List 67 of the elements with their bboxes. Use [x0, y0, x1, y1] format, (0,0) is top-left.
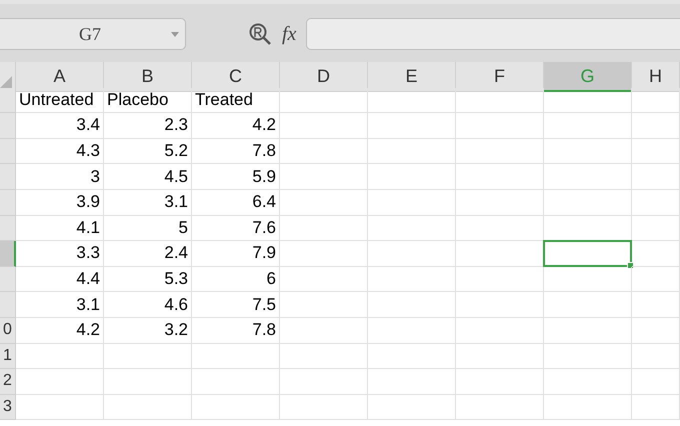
column-header[interactable]: D: [280, 62, 368, 92]
table-cell: [632, 266, 680, 292]
table-cell: [632, 241, 680, 267]
table-cell: 4.2: [192, 113, 280, 139]
row-header[interactable]: [0, 164, 16, 190]
table-cell: 2.3: [104, 113, 192, 139]
table-cell: 4.3: [16, 138, 104, 164]
row-header[interactable]: 0: [0, 318, 16, 344]
row-header[interactable]: 3: [0, 394, 16, 420]
table-cell: 5.3: [104, 266, 192, 292]
table-cell: [632, 344, 680, 370]
column-header[interactable]: F: [456, 62, 544, 92]
table-cell: 4.1: [16, 216, 104, 242]
column-header[interactable]: B: [104, 62, 192, 92]
table-cell: 7.8: [192, 138, 280, 164]
column-header[interactable]: H: [632, 62, 680, 92]
table-cell: Untreated: [16, 88, 104, 114]
table-cell: [632, 369, 680, 395]
row-header[interactable]: [0, 190, 16, 216]
table-cell: 4.5: [104, 164, 192, 190]
row-header[interactable]: 1: [0, 344, 16, 370]
zoom-icon[interactable]: [248, 22, 272, 46]
table-cell: 5: [104, 216, 192, 242]
table-cell: [632, 113, 680, 139]
table-cell: 6.4: [192, 190, 280, 216]
table-cell: 3.9: [16, 190, 104, 216]
table-cell: [632, 138, 680, 164]
table-cell: [632, 190, 680, 216]
column-header[interactable]: C: [192, 62, 280, 92]
table-cell: 2.4: [104, 241, 192, 267]
table-cell: [632, 318, 680, 344]
function-label[interactable]: fx: [282, 22, 296, 46]
column-header[interactable]: A: [16, 62, 104, 92]
table-cell: 3.2: [104, 318, 192, 344]
name-box[interactable]: G7: [0, 18, 186, 50]
table-cell: Treated: [192, 88, 280, 114]
table-cell: 3.1: [104, 190, 192, 216]
formula-field[interactable]: [306, 18, 680, 50]
row-header[interactable]: [0, 216, 16, 242]
table-cell: 6: [192, 266, 280, 292]
row-header[interactable]: [0, 113, 16, 139]
table-cell: [632, 394, 680, 420]
row-header[interactable]: [0, 266, 16, 292]
table-cell: 5.9: [192, 164, 280, 190]
table-cell: 3.3: [16, 241, 104, 267]
row-header[interactable]: [0, 241, 16, 267]
caret-icon: [171, 32, 179, 36]
row-header[interactable]: [0, 292, 16, 318]
table-cell: 7.6: [192, 216, 280, 242]
table-cell: 3.4: [16, 113, 104, 139]
table-cell: 3: [16, 164, 104, 190]
table-cell: [632, 164, 680, 190]
table-cell: 7.9: [192, 241, 280, 267]
table-cell: [632, 216, 680, 242]
row-header[interactable]: 2: [0, 369, 16, 395]
column-header[interactable]: E: [368, 62, 456, 92]
table-cell: [632, 88, 680, 114]
table-cell: 4.2: [16, 318, 104, 344]
table-cell: 5.2: [104, 138, 192, 164]
table-cell: 4.6: [104, 292, 192, 318]
table-cell: Placebo: [104, 88, 192, 114]
table-cell: 4.4: [16, 266, 104, 292]
table-cell: 3.1: [16, 292, 104, 318]
row-header[interactable]: [0, 138, 16, 164]
table-cell: 7.8: [192, 318, 280, 344]
table-cell: [632, 292, 680, 318]
table-cell: 7.5: [192, 292, 280, 318]
